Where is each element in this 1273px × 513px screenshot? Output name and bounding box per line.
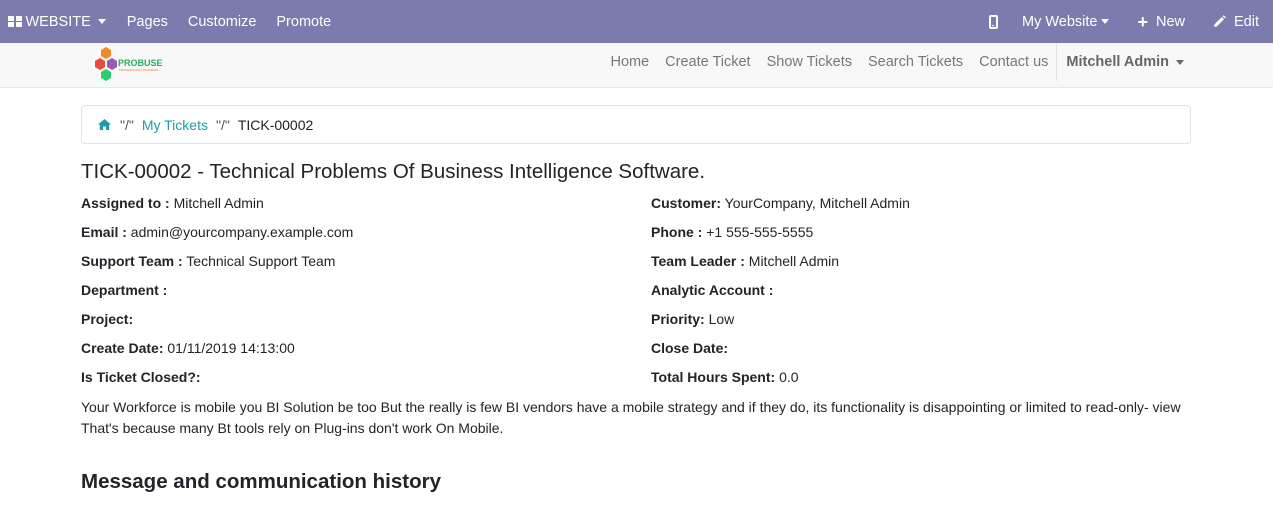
admin-bar-right: My Website + New Edit xyxy=(979,0,1273,43)
mobile-phone-icon xyxy=(988,14,998,29)
my-website-label: My Website xyxy=(1021,13,1098,30)
edit-button[interactable]: Edit xyxy=(1204,0,1273,43)
field-value: Low xyxy=(708,311,735,327)
field-label: Total Hours Spent: xyxy=(651,369,776,385)
field-total-hours-spent: Total Hours Spent: 0.0 xyxy=(651,369,799,385)
field-customer: Customer: YourCompany, Mitchell Admin xyxy=(651,195,910,211)
promote-menu-button[interactable]: Promote xyxy=(266,0,341,43)
user-name: Mitchell Admin xyxy=(1066,54,1169,70)
field-label: Priority: xyxy=(651,311,705,327)
breadcrumb: "/" My Tickets "/" TICK-00002 xyxy=(81,105,1191,144)
breadcrumb-my-tickets-link[interactable]: My Tickets xyxy=(142,117,208,133)
home-icon[interactable] xyxy=(98,119,111,130)
field-analytic-account: Analytic Account : xyxy=(651,282,773,298)
breadcrumb-separator: "/" xyxy=(120,116,134,133)
field-value: 01/11/2019 14:13:00 xyxy=(167,340,295,356)
ticket-title: TICK-00002 - Technical Problems Of Busin… xyxy=(81,160,706,183)
field-assigned-to: Assigned to : Mitchell Admin xyxy=(81,195,264,211)
plus-icon: + xyxy=(1137,11,1148,32)
field-label: Create Date: xyxy=(81,340,164,356)
chevron-down-icon xyxy=(1101,19,1110,24)
field-team-leader: Team Leader : Mitchell Admin xyxy=(651,253,839,269)
field-label: Analytic Account : xyxy=(651,282,774,298)
field-label: Department : xyxy=(81,282,168,298)
admin-bar-left: WEBSITE Pages Customize Promote xyxy=(0,0,341,43)
field-value: Mitchell Admin xyxy=(748,253,840,269)
nav-link-create-ticket[interactable]: Create Ticket xyxy=(657,54,758,70)
field-label: Email : xyxy=(81,224,127,240)
nav-link-home[interactable]: Home xyxy=(602,54,657,70)
chevron-down-icon xyxy=(97,19,106,24)
field-label: Phone : xyxy=(651,224,703,240)
field-label: Is Ticket Closed?: xyxy=(81,369,201,385)
field-value: Technical Support Team xyxy=(186,253,336,269)
field-label: Customer: xyxy=(651,195,722,211)
field-is-ticket-closed: Is Ticket Closed?: xyxy=(81,369,201,385)
site-nav-links: Home Create Ticket Show Tickets Search T… xyxy=(602,43,1192,81)
field-project: Project: xyxy=(81,311,133,327)
website-menu-button[interactable]: WEBSITE xyxy=(0,0,117,43)
field-priority: Priority: Low xyxy=(651,311,734,327)
field-value: +1 555-555-5555 xyxy=(706,224,814,240)
logo-tagline: PROFESSIONAL BUSINESS xyxy=(119,68,158,72)
nav-link-search-tickets[interactable]: Search Tickets xyxy=(860,54,971,70)
nav-link-contact-us[interactable]: Contact us xyxy=(971,54,1056,70)
field-department: Department : xyxy=(81,282,167,298)
nav-link-show-tickets[interactable]: Show Tickets xyxy=(759,54,860,70)
pages-menu-button[interactable]: Pages xyxy=(117,0,178,43)
chevron-down-icon xyxy=(1176,59,1184,65)
admin-bar: WEBSITE Pages Customize Promote My Websi… xyxy=(0,0,1273,43)
field-close-date: Close Date: xyxy=(651,340,728,356)
new-label: New xyxy=(1155,13,1185,30)
field-label: Close Date: xyxy=(651,340,729,356)
field-label: Assigned to : xyxy=(81,195,170,211)
customize-menu-button[interactable]: Customize xyxy=(178,0,267,43)
breadcrumb-separator: "/" xyxy=(215,116,230,133)
field-value: admin@yourcompany.example.com xyxy=(130,224,354,240)
mobile-preview-button[interactable] xyxy=(979,0,1022,43)
field-label: Team Leader : xyxy=(651,253,745,269)
my-website-dropdown[interactable]: My Website xyxy=(1022,0,1127,43)
field-create-date: Create Date: 01/11/2019 14:13:00 xyxy=(81,340,295,356)
field-value: 0.0 xyxy=(779,369,799,385)
site-navbar: PROBUSE PROFESSIONAL BUSINESS Home Creat… xyxy=(0,43,1273,88)
message-history-heading: Message and communication history xyxy=(81,470,441,493)
pencil-icon xyxy=(1213,15,1226,28)
field-phone: Phone : +1 555-555-5555 xyxy=(651,224,813,240)
field-value: YourCompany, Mitchell Admin xyxy=(724,195,910,211)
edit-label: Edit xyxy=(1234,13,1259,30)
field-label: Project: xyxy=(81,311,134,327)
field-support-team: Support Team : Technical Support Team xyxy=(81,253,335,269)
website-menu-label: WEBSITE xyxy=(25,13,91,30)
field-value: Mitchell Admin xyxy=(173,195,264,211)
breadcrumb-current: TICK-00002 xyxy=(237,116,314,133)
apps-grid-icon xyxy=(8,15,22,28)
field-label: Support Team : xyxy=(81,253,183,269)
field-email: Email : admin@yourcompany.example.com xyxy=(81,224,353,240)
ticket-description: Your Workforce is mobile you BI Solution… xyxy=(81,399,1181,436)
user-menu-dropdown[interactable]: Mitchell Admin xyxy=(1056,43,1192,81)
company-logo[interactable]: PROBUSE PROFESSIONAL BUSINESS xyxy=(92,45,166,83)
logo-wordmark: PROBUSE xyxy=(118,58,163,68)
new-button[interactable]: + New xyxy=(1127,0,1204,43)
